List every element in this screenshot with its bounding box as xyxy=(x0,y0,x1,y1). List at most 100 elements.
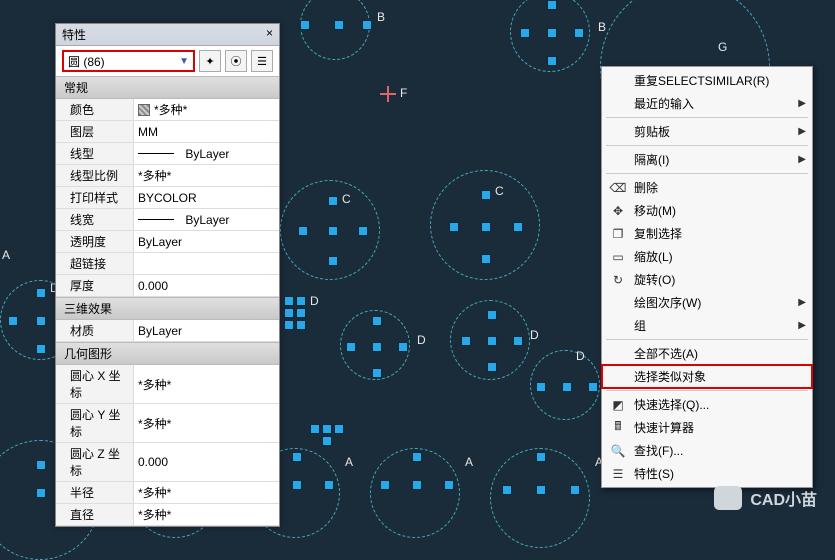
label-F: F xyxy=(400,86,407,100)
submenu-arrow-icon: ▶ xyxy=(798,154,806,165)
watermark: CAD小苗 xyxy=(714,486,817,510)
select-objects-button[interactable]: ⦿ xyxy=(225,50,247,72)
menu-select-similar[interactable]: 选择类似对象 xyxy=(602,365,812,388)
submenu-arrow-icon: ▶ xyxy=(798,320,806,331)
row-ltscale-k: 线型比例 xyxy=(56,165,134,186)
row-dia-k: 直径 xyxy=(56,504,134,525)
menu-isolate[interactable]: 隔离(I)▶ xyxy=(602,148,812,171)
row-pstyle-k: 打印样式 xyxy=(56,187,134,208)
row-cx-k: 圆心 X 坐标 xyxy=(56,365,134,403)
label-G: G xyxy=(718,40,727,54)
label-C2: C xyxy=(495,184,504,198)
properties-panel: 特性 × 圆 (86) ▼ ✦ ⦿ ☰ 常规 颜色*多种* 图层MM 线型 By… xyxy=(55,23,280,527)
menu-find[interactable]: 🔍查找(F)... xyxy=(602,439,812,462)
row-lweight-k: 线宽 xyxy=(56,209,134,230)
row-color-k: 颜色 xyxy=(56,99,134,120)
row-ltype-k: 线型 xyxy=(56,143,134,164)
chevron-down-icon: ▼ xyxy=(179,56,189,67)
blank-icon xyxy=(610,369,626,385)
row-color-v[interactable]: *多种* xyxy=(134,99,279,120)
label-A5: A xyxy=(465,455,473,469)
row-hlink-v[interactable] xyxy=(134,253,279,274)
row-trans-v[interactable]: ByLayer xyxy=(134,231,279,252)
label-C1: C xyxy=(342,192,351,206)
submenu-arrow-icon: ▶ xyxy=(798,98,806,109)
watermark-text: CAD小苗 xyxy=(750,486,817,510)
blank-icon xyxy=(610,124,626,140)
menu-deselect-all[interactable]: 全部不选(A) xyxy=(602,342,812,365)
panel-close-icon[interactable]: × xyxy=(266,26,273,43)
row-rad-v[interactable]: *多种* xyxy=(134,482,279,503)
menu-clipboard[interactable]: 剪贴板▶ xyxy=(602,120,812,143)
panel-title-text: 特性 xyxy=(62,26,86,43)
rotate-icon: ↻ xyxy=(610,272,626,288)
row-trans-k: 透明度 xyxy=(56,231,134,252)
wechat-icon xyxy=(714,486,742,510)
row-thick-v[interactable]: 0.000 xyxy=(134,275,279,296)
search-icon: 🔍 xyxy=(610,443,626,459)
selection-combo-text: 圆 (86) xyxy=(68,53,105,70)
label-B2: B xyxy=(598,20,606,34)
move-icon: ✥ xyxy=(610,203,626,219)
lineweight-preview-icon xyxy=(138,219,174,220)
row-cy-v[interactable]: *多种* xyxy=(134,404,279,442)
panel-titlebar[interactable]: 特性 × xyxy=(56,24,279,46)
erase-icon: ⌫ xyxy=(610,180,626,196)
row-thick-k: 厚度 xyxy=(56,275,134,296)
row-cz-v[interactable]: 0.000 xyxy=(134,443,279,481)
menu-group[interactable]: 组▶ xyxy=(602,314,812,337)
row-cx-v[interactable]: *多种* xyxy=(134,365,279,403)
toggle-pickadd-button[interactable]: ✦ xyxy=(199,50,221,72)
menu-qselect[interactable]: ◩快速选择(Q)... xyxy=(602,393,812,416)
draworder-icon xyxy=(610,295,626,311)
section-geom[interactable]: 几何图形 xyxy=(56,342,279,365)
menu-properties[interactable]: ☰特性(S) xyxy=(602,462,812,485)
menu-draworder[interactable]: 绘图次序(W)▶ xyxy=(602,291,812,314)
row-ltscale-v[interactable]: *多种* xyxy=(134,165,279,186)
context-menu: 重复SELECTSIMILAR(R) 最近的输入▶ 剪贴板▶ 隔离(I)▶ ⌫删… xyxy=(601,66,813,488)
menu-scale[interactable]: ▭缩放(L) xyxy=(602,245,812,268)
submenu-arrow-icon: ▶ xyxy=(798,297,806,308)
row-cy-k: 圆心 Y 坐标 xyxy=(56,404,134,442)
label-D3: D xyxy=(530,328,539,342)
submenu-arrow-icon: ▶ xyxy=(798,126,806,137)
row-rad-k: 半径 xyxy=(56,482,134,503)
menu-copysel[interactable]: ❐复制选择 xyxy=(602,222,812,245)
blank-icon xyxy=(610,96,626,112)
quickselect-icon: ◩ xyxy=(610,397,626,413)
properties-icon: ☰ xyxy=(610,466,626,482)
section-3d[interactable]: 三维效果 xyxy=(56,297,279,320)
row-pstyle-v[interactable]: BYCOLOR xyxy=(134,187,279,208)
row-mat-k: 材质 xyxy=(56,320,134,341)
menu-repeat[interactable]: 重复SELECTSIMILAR(R) xyxy=(602,69,812,92)
row-cz-k: 圆心 Z 坐标 xyxy=(56,443,134,481)
selection-combo[interactable]: 圆 (86) ▼ xyxy=(62,50,195,72)
scale-icon: ▭ xyxy=(610,249,626,265)
label-A4: A xyxy=(345,455,353,469)
label-A1: A xyxy=(2,248,10,262)
row-layer-k: 图层 xyxy=(56,121,134,142)
blank-icon xyxy=(610,73,626,89)
row-ltype-v[interactable]: ByLayer xyxy=(134,143,279,164)
label-D4: D xyxy=(576,349,585,363)
group-icon xyxy=(610,318,626,334)
blank-icon xyxy=(610,346,626,362)
copy-icon: ❐ xyxy=(610,226,626,242)
menu-move[interactable]: ✥移动(M) xyxy=(602,199,812,222)
section-general[interactable]: 常规 xyxy=(56,76,279,99)
row-mat-v[interactable]: ByLayer xyxy=(134,320,279,341)
row-layer-v[interactable]: MM xyxy=(134,121,279,142)
linetype-preview-icon xyxy=(138,153,174,154)
row-dia-v[interactable]: *多种* xyxy=(134,504,279,525)
calculator-icon: 🖩 xyxy=(610,420,626,436)
menu-delete[interactable]: ⌫删除 xyxy=(602,176,812,199)
blank-icon xyxy=(610,152,626,168)
row-hlink-k: 超链接 xyxy=(56,253,134,274)
menu-rotate[interactable]: ↻旋转(O) xyxy=(602,268,812,291)
quick-select-button[interactable]: ☰ xyxy=(251,50,273,72)
color-swatch-icon xyxy=(138,104,150,116)
menu-recent[interactable]: 最近的输入▶ xyxy=(602,92,812,115)
menu-qcalc[interactable]: 🖩快速计算器 xyxy=(602,416,812,439)
label-B1: B xyxy=(377,10,385,24)
row-lweight-v[interactable]: ByLayer xyxy=(134,209,279,230)
